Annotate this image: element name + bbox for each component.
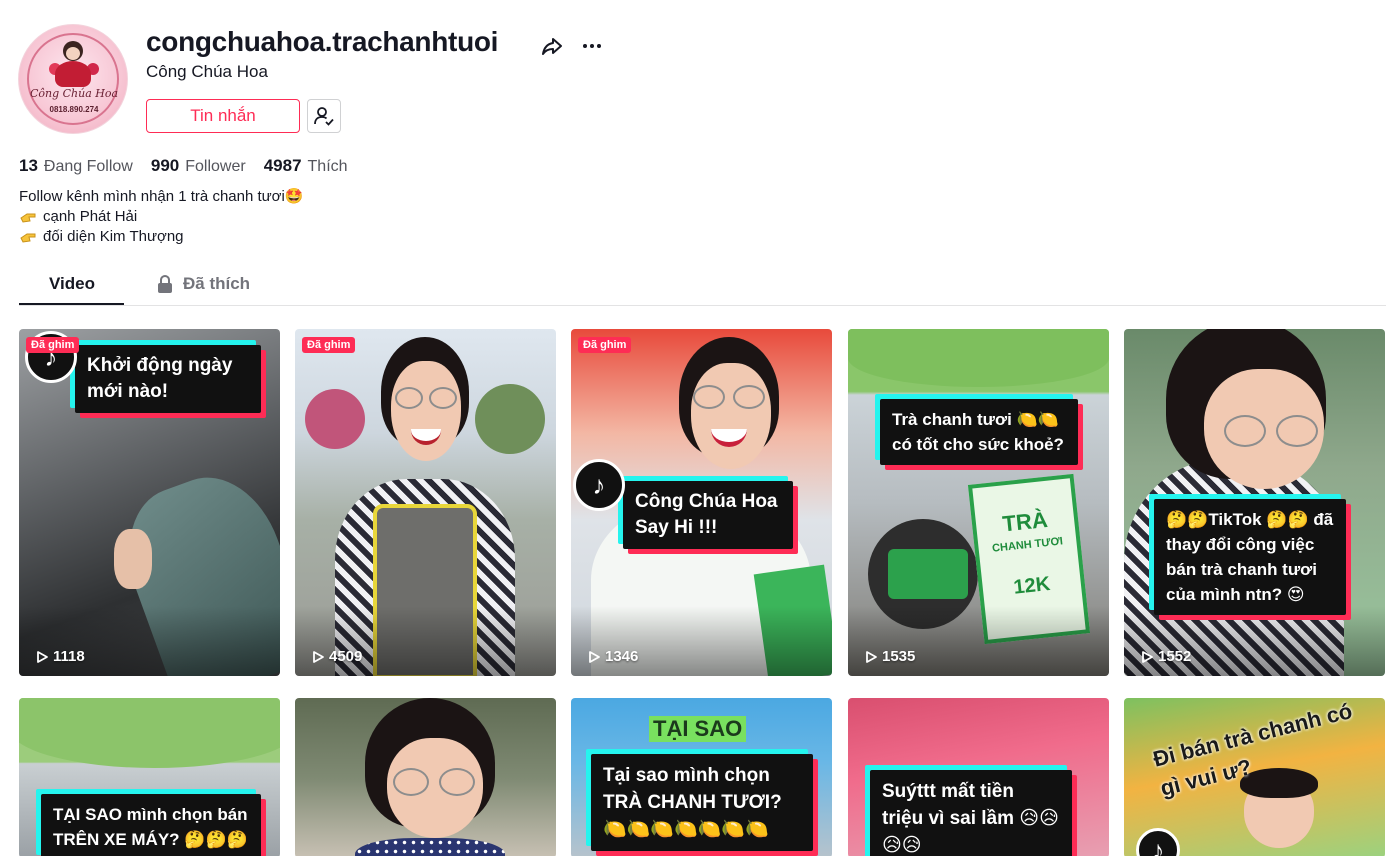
video-caption: 🤔🤔TikTok 🤔🤔 đã thay đổi công việc bán tr… bbox=[1154, 499, 1346, 615]
video-card[interactable]: Suýttt mất tiền triệu vì sai lầm 😥😥😥😥 bbox=[848, 698, 1109, 856]
avatar-logo-text: Công Chúa Hoa bbox=[29, 87, 119, 100]
likes-label: Thích bbox=[307, 158, 348, 175]
pointing-hand-icon bbox=[19, 209, 37, 225]
view-count-text: 1535 bbox=[882, 648, 916, 665]
play-icon bbox=[1142, 650, 1153, 663]
video-caption: Trà chanh tươi 🍋🍋 có tốt cho sức khoẻ? bbox=[880, 399, 1078, 465]
thumbnail-glasses bbox=[733, 385, 765, 409]
thumbnail-face bbox=[691, 363, 771, 469]
bio-line-text: cạnh Phát Hải bbox=[43, 208, 138, 225]
video-card[interactable]: ♪ Đã ghim Công Chúa Hoa Say Hi !!! 1346 bbox=[571, 329, 832, 676]
play-icon bbox=[37, 650, 48, 663]
tab-liked[interactable]: Đã thích bbox=[157, 274, 250, 294]
video-caption: TẠI SAO mình chọn bán TRÊN XE MÁY? 🤔🤔🤔 bbox=[41, 794, 261, 856]
profile-username: congchuahoa.trachanhtuoi bbox=[146, 26, 499, 57]
pointing-hand-icon bbox=[19, 229, 37, 245]
profile-stats: 13 Đang Follow 990 Follower 4987 Thích bbox=[19, 156, 366, 176]
tiktok-logo-icon: ♪ bbox=[573, 459, 625, 511]
view-count: 4509 bbox=[311, 648, 362, 665]
tab-liked-label: Đã thích bbox=[183, 274, 251, 293]
tab-video[interactable]: Video bbox=[49, 274, 95, 294]
likes-stat: 4987 Thích bbox=[264, 156, 348, 176]
avatar-figure bbox=[55, 61, 91, 87]
video-card[interactable]: TẠI SAO Tại sao mình chọn TRÀ CHANH TƯƠI… bbox=[571, 698, 832, 856]
view-count: 1535 bbox=[864, 648, 915, 665]
view-count-text: 1118 bbox=[53, 648, 85, 665]
likes-count: 4987 bbox=[263, 156, 302, 175]
thumbnail-flowers bbox=[305, 389, 365, 449]
thumbnail-hand bbox=[114, 529, 152, 589]
thumbnail-face bbox=[391, 361, 461, 461]
thumbnail-glasses bbox=[429, 387, 457, 409]
profile-nickname: Công Chúa Hoa bbox=[146, 62, 268, 81]
thumbnail-glasses bbox=[1224, 415, 1266, 447]
profile-avatar[interactable]: Công Chúa Hoa 0818.890.274 bbox=[18, 24, 128, 134]
following-stat[interactable]: 13 Đang Follow bbox=[19, 156, 133, 176]
video-card[interactable]: TRÀ CHANH TƯƠI 12K Trà chanh tươi 🍋🍋 có … bbox=[848, 329, 1109, 676]
lock-icon bbox=[158, 275, 172, 293]
pinned-badge: Đã ghim bbox=[26, 337, 80, 353]
video-card[interactable]: TẠI SAO mình chọn bán TRÊN XE MÁY? 🤔🤔🤔 bbox=[19, 698, 280, 856]
video-card[interactable]: Đã ghim 4509 bbox=[295, 329, 556, 676]
view-count-text: 4509 bbox=[329, 648, 363, 665]
bio-line-text: đối diện Kim Thượng bbox=[43, 228, 184, 245]
bio-line: cạnh Phát Hải bbox=[19, 207, 304, 227]
pinned-badge: Đã ghim bbox=[578, 337, 632, 353]
video-caption: Tại sao mình chọn TRÀ CHANH TƯƠI? 🍋🍋🍋🍋🍋🍋… bbox=[591, 754, 813, 851]
view-count: 1346 bbox=[587, 648, 638, 665]
thumbnail-cooler bbox=[888, 549, 968, 599]
avatar-phone: 0818.890.274 bbox=[49, 105, 99, 114]
profile-bio: Follow kênh mình nhận 1 trà chanh tươi🤩 … bbox=[19, 187, 304, 247]
view-count: 1118 bbox=[35, 648, 85, 665]
thumbnail-shade bbox=[848, 606, 1109, 676]
followers-label: Follower bbox=[185, 158, 246, 175]
video-card[interactable] bbox=[295, 698, 556, 856]
thumbnail-glasses bbox=[1276, 415, 1318, 447]
view-count-text: 1346 bbox=[605, 648, 639, 665]
thumbnail-shade bbox=[1124, 606, 1385, 676]
thumbnail-glasses bbox=[439, 768, 475, 796]
thumbnail-shade bbox=[295, 606, 556, 676]
video-card[interactable]: Đi bán trà chanh có gì vui ư? ♪ bbox=[1124, 698, 1385, 856]
thumbnail-glasses bbox=[395, 387, 423, 409]
following-status-button[interactable] bbox=[307, 99, 341, 133]
profile-tabs: Video Đã thích bbox=[19, 266, 1386, 306]
play-icon bbox=[866, 650, 877, 663]
thumbnail-tree bbox=[475, 384, 545, 454]
view-count: 1552 bbox=[1140, 648, 1191, 665]
view-count-text: 1552 bbox=[1158, 648, 1192, 665]
video-caption: Khởi động ngày mới nào! bbox=[75, 345, 261, 413]
thumbnail-glasses bbox=[393, 768, 429, 796]
message-button[interactable]: Tin nhắn bbox=[146, 99, 300, 133]
bio-line: đối diện Kim Thượng bbox=[19, 227, 304, 247]
thumbnail-umbrella bbox=[19, 698, 280, 768]
followers-count: 990 bbox=[150, 156, 180, 175]
tab-active-indicator bbox=[19, 303, 124, 305]
thumbnail-glasses bbox=[693, 385, 725, 409]
thumbnail-shade bbox=[571, 606, 832, 676]
following-count: 13 bbox=[19, 156, 38, 175]
followers-stat[interactable]: 990 Follower bbox=[151, 156, 246, 176]
thumbnail-top-text: TẠI SAO bbox=[649, 716, 747, 742]
video-card[interactable]: 🤔🤔TikTok 🤔🤔 đã thay đổi công việc bán tr… bbox=[1124, 329, 1385, 676]
play-icon bbox=[313, 650, 324, 663]
video-card[interactable]: ♪ Đã ghim Khởi động ngày mới nào! 1118 bbox=[19, 329, 280, 676]
more-options-icon[interactable] bbox=[580, 34, 604, 58]
video-caption: Suýttt mất tiền triệu vì sai lầm 😥😥😥😥 bbox=[870, 770, 1072, 856]
avatar-face bbox=[66, 47, 80, 60]
pinned-badge: Đã ghim bbox=[302, 337, 356, 353]
sign-price: 12K bbox=[1012, 572, 1052, 599]
play-icon bbox=[589, 650, 600, 663]
following-label: Đang Follow bbox=[43, 158, 133, 175]
thumbnail-umbrella bbox=[848, 329, 1109, 387]
thumbnail-shade bbox=[19, 606, 280, 676]
user-check-icon bbox=[314, 107, 334, 126]
thumbnail-shirt bbox=[355, 838, 505, 856]
video-caption: Công Chúa Hoa Say Hi !!! bbox=[623, 481, 793, 549]
bio-line: Follow kênh mình nhận 1 trà chanh tươi🤩 bbox=[19, 188, 304, 205]
share-icon[interactable] bbox=[540, 34, 564, 58]
